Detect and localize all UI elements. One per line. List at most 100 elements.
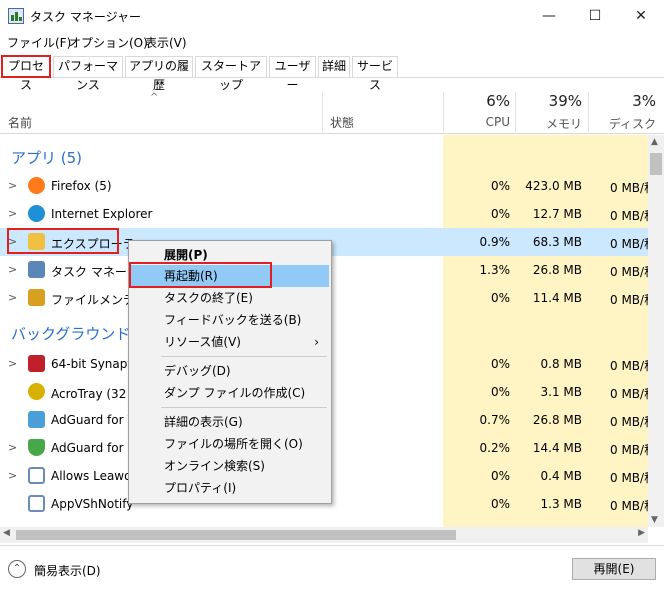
tab-processes[interactable]: プロセス bbox=[1, 55, 51, 92]
process-disk: 0 MB/秒 bbox=[610, 499, 648, 513]
horizontal-scroll-thumb[interactable] bbox=[16, 530, 456, 540]
process-cpu: 0.9% bbox=[479, 235, 511, 249]
process-memory: 423.0 MB bbox=[525, 179, 582, 193]
tab-services[interactable]: サービス bbox=[352, 56, 398, 92]
column-divider bbox=[443, 92, 444, 132]
process-disk: 0 MB/秒 bbox=[610, 265, 648, 279]
process-memory: 12.7 MB bbox=[532, 207, 582, 221]
vertical-scroll-thumb[interactable] bbox=[650, 153, 662, 175]
process-cpu: 0.7% bbox=[479, 413, 511, 427]
app-window-icon bbox=[28, 495, 45, 512]
ie-icon bbox=[28, 205, 45, 222]
menu-item-label: リソース値(V) bbox=[164, 335, 241, 349]
column-header: ^ 名前 状態 6% CPU 39% メモリ 3% ディスク bbox=[0, 88, 664, 134]
restart-button[interactable]: 再開(E) bbox=[572, 558, 656, 580]
annotation-highlight bbox=[7, 228, 119, 254]
menu-item-open-file-location[interactable]: ファイルの場所を開く(O) bbox=[131, 433, 329, 455]
process-disk: 0 MB/秒 bbox=[610, 209, 648, 223]
process-memory: 68.3 MB bbox=[532, 235, 582, 249]
process-name: Firefox (5) bbox=[51, 179, 112, 193]
process-memory: 26.8 MB bbox=[532, 413, 582, 427]
scroll-up-icon[interactable]: ▲ bbox=[651, 137, 658, 147]
title-bar: タスク マネージャー — ☐ ✕ bbox=[0, 0, 664, 32]
expand-chevron-icon[interactable]: > bbox=[8, 179, 17, 192]
process-cpu: 0% bbox=[490, 291, 510, 305]
maximize-button[interactable]: ☐ bbox=[572, 0, 618, 32]
column-disk[interactable]: ディスク bbox=[590, 115, 656, 132]
adguard-shield-icon bbox=[28, 439, 45, 456]
expand-chevron-icon[interactable]: > bbox=[8, 469, 17, 482]
window-title: タスク マネージャー bbox=[30, 10, 141, 24]
process-memory: 26.8 MB bbox=[532, 263, 582, 277]
task-manager-icon bbox=[8, 8, 24, 24]
process-cpu: 0% bbox=[490, 497, 510, 511]
menu-bar: ファイル(F) オプション(O) 表示(V) bbox=[0, 32, 664, 52]
close-button[interactable]: ✕ bbox=[618, 0, 664, 32]
tab-strip: プロセス パフォーマンス アプリの履歴 スタートアップ ユーザー 詳細 サービス bbox=[0, 54, 664, 92]
tab-details[interactable]: 詳細 bbox=[318, 56, 350, 77]
process-disk: 0 MB/秒 bbox=[610, 387, 648, 401]
expand-chevron-icon[interactable]: > bbox=[8, 291, 17, 304]
adguard-icon bbox=[28, 411, 45, 428]
synaptics-icon bbox=[28, 355, 45, 372]
acrotray-icon bbox=[28, 383, 45, 400]
menu-separator bbox=[161, 407, 327, 408]
scroll-right-icon[interactable]: ▶ bbox=[638, 528, 645, 538]
maintenance-icon bbox=[28, 289, 45, 306]
process-cpu: 0% bbox=[490, 179, 510, 193]
menu-item-end-task[interactable]: タスクの終了(E) bbox=[131, 287, 329, 309]
column-cpu[interactable]: CPU bbox=[446, 115, 510, 129]
tab-performance[interactable]: パフォーマンス bbox=[53, 56, 123, 92]
sort-up-icon: ^ bbox=[150, 92, 159, 103]
menu-item-resource-values[interactable]: リソース値(V) › bbox=[131, 331, 329, 353]
scroll-left-icon[interactable]: ◀ bbox=[3, 528, 10, 538]
tab-app-history[interactable]: アプリの履歴 bbox=[125, 56, 193, 92]
tab-users[interactable]: ユーザー bbox=[269, 56, 316, 92]
expand-chevron-icon[interactable]: > bbox=[8, 441, 17, 454]
process-disk: 0 MB/秒 bbox=[610, 443, 648, 457]
column-memory[interactable]: メモリ bbox=[518, 115, 582, 132]
chevron-up-icon[interactable]: ⌃ bbox=[8, 560, 26, 578]
memory-total: 39% bbox=[548, 92, 582, 110]
menu-item-create-dump[interactable]: ダンプ ファイルの作成(C) bbox=[131, 382, 329, 404]
process-name: AppVShNotify bbox=[51, 497, 134, 511]
fewer-details-link[interactable]: 簡易表示(D) bbox=[34, 562, 101, 579]
scroll-down-icon[interactable]: ▼ bbox=[651, 515, 658, 525]
tab-startup[interactable]: スタートアップ bbox=[195, 56, 267, 92]
menu-item-properties[interactable]: プロパティ(I) bbox=[131, 477, 329, 499]
firefox-icon bbox=[28, 177, 45, 194]
column-name[interactable]: 名前 bbox=[8, 114, 32, 131]
task-manager-icon bbox=[28, 261, 45, 278]
expand-chevron-icon[interactable]: > bbox=[8, 357, 17, 370]
expand-chevron-icon[interactable]: > bbox=[8, 207, 17, 220]
minimize-button[interactable]: — bbox=[526, 0, 572, 32]
menu-file[interactable]: ファイル(F) bbox=[7, 34, 71, 51]
group-apps: アプリ (5) bbox=[11, 149, 83, 167]
process-memory: 3.1 MB bbox=[540, 385, 582, 399]
process-disk: 0 MB/秒 bbox=[610, 181, 648, 195]
column-divider bbox=[588, 92, 589, 132]
submenu-arrow-icon: › bbox=[314, 335, 319, 349]
process-disk: 0 MB/秒 bbox=[610, 293, 648, 307]
menu-item-feedback[interactable]: フィードバックを送る(B) bbox=[131, 309, 329, 331]
column-status[interactable]: 状態 bbox=[330, 114, 354, 131]
process-cpu: 1.3% bbox=[479, 263, 511, 277]
vertical-scrollbar[interactable]: ▲ ▼ bbox=[648, 135, 664, 527]
menu-item-go-to-details[interactable]: 詳細の表示(G) bbox=[131, 411, 329, 433]
process-disk: 0 MB/秒 bbox=[610, 415, 648, 429]
menu-item-search-online[interactable]: オンライン検索(S) bbox=[131, 455, 329, 477]
process-name: Internet Explorer bbox=[51, 207, 153, 221]
process-cpu: 0% bbox=[490, 207, 510, 221]
footer-bar: ⌃ 簡易表示(D) 再開(E) bbox=[0, 545, 664, 596]
menu-view[interactable]: 表示(V) bbox=[145, 34, 187, 51]
table-row[interactable]: > Internet Explorer 0% 12.7 MB 0 MB/秒 bbox=[0, 200, 648, 228]
process-memory: 14.4 MB bbox=[532, 441, 582, 455]
process-cpu: 0% bbox=[490, 357, 510, 371]
process-memory: 0.4 MB bbox=[540, 469, 582, 483]
horizontal-scrollbar[interactable]: ◀ ▶ bbox=[0, 527, 648, 543]
table-row[interactable]: > Firefox (5) 0% 423.0 MB 0 MB/秒 bbox=[0, 172, 648, 200]
menu-item-debug[interactable]: デバッグ(D) bbox=[131, 360, 329, 382]
menu-separator bbox=[161, 356, 327, 357]
expand-chevron-icon[interactable]: > bbox=[8, 263, 17, 276]
menu-options[interactable]: オプション(O) bbox=[69, 34, 148, 51]
